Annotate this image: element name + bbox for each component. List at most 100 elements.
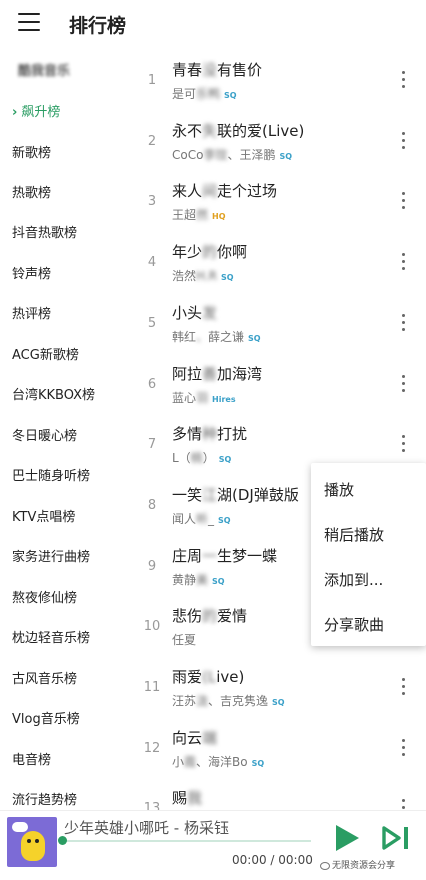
- song-row[interactable]: 1 青春没有售价是可乐鸭 SQ: [138, 53, 426, 114]
- sidebar-item-ringtone[interactable]: 铃声榜: [12, 263, 51, 282]
- more-options-icon[interactable]: [400, 678, 406, 700]
- song-title: 多情种打扰: [172, 425, 248, 444]
- song-title: 永不失联的爱(Live): [172, 121, 305, 140]
- more-options-icon[interactable]: [400, 374, 406, 397]
- menu-item-play[interactable]: 播放: [324, 479, 354, 500]
- song-artist: 小霞、海洋Bo SQ: [172, 754, 265, 769]
- song-row[interactable]: 11 雨爱(Live) 汪苏泷、吉克隽逸 SQ: [138, 660, 426, 721]
- more-options-icon[interactable]: [400, 131, 406, 154]
- sidebar-item-edm[interactable]: 电音榜: [12, 749, 51, 768]
- song-row[interactable]: 4 年少的你啊浩然H.R SQ: [138, 235, 426, 296]
- sidebar-item-kkbox[interactable]: 台湾KKBOX榜: [12, 384, 95, 403]
- song-title: 阿拉善加海湾: [172, 364, 263, 383]
- sidebar-item-ancient[interactable]: 古风音乐榜: [12, 668, 77, 687]
- play-icon[interactable]: [331, 823, 361, 853]
- song-row[interactable]: 3 来人间走个过场王超然 HQ: [138, 174, 426, 235]
- song-rank: 3: [147, 194, 157, 210]
- menu-icon[interactable]: [18, 13, 40, 31]
- song-title: 来人间走个过场: [172, 182, 278, 201]
- progress-knob[interactable]: [58, 836, 67, 845]
- song-artist: 王超然 HQ: [172, 208, 226, 223]
- song-artist: 汪苏泷、吉克隽逸 SQ: [172, 694, 285, 708]
- sidebar-item-housework[interactable]: 家务进行曲榜: [12, 546, 90, 565]
- sidebar-item-ktv[interactable]: KTV点唱榜: [12, 506, 75, 525]
- quality-badge: Hires: [212, 394, 236, 404]
- sidebar-item-soaring[interactable]: › 飙升榜: [12, 101, 60, 120]
- more-options-icon[interactable]: [400, 738, 406, 761]
- quality-badge: SQ: [220, 273, 234, 283]
- menu-item-add-to[interactable]: 添加到...: [324, 569, 383, 590]
- cover-badge-icon: [12, 822, 28, 832]
- playback-time: 00:00 / 00:00: [232, 853, 313, 867]
- song-context-menu: 播放 稍后播放 添加到... 分享歌曲: [311, 463, 426, 646]
- sidebar-item-winter[interactable]: 冬日暖心榜: [12, 425, 77, 444]
- song-artist: 蓝心羽 Hires: [172, 390, 236, 405]
- song-artist: L（桃） SQ: [172, 451, 232, 466]
- song-rank: 5: [147, 315, 157, 331]
- sidebar-item-vlog[interactable]: Vlog音乐榜: [12, 708, 80, 727]
- song-rank: 10: [143, 619, 161, 635]
- more-options-icon[interactable]: [400, 192, 406, 214]
- chevron-right-icon: ›: [12, 105, 18, 120]
- song-rank: 8: [147, 497, 157, 513]
- song-row[interactable]: 2 永不失联的爱(Live) CoCo李玟、王泽鹏 SQ: [138, 114, 426, 175]
- sidebar-item-late-night[interactable]: 熬夜修仙榜: [12, 587, 77, 606]
- song-artist: 是可乐鸭 SQ: [172, 87, 237, 101]
- song-rank: 11: [143, 680, 161, 695]
- quality-badge: HQ: [212, 212, 226, 222]
- song-title: 青春没有售价: [172, 61, 263, 79]
- watermark: 无限资源会分享: [320, 858, 395, 871]
- menu-item-play-later[interactable]: 稍后播放: [324, 524, 384, 545]
- watermark-text: 无限资源会分享: [332, 861, 396, 871]
- chart-category-sidebar: 酷我音乐 › 飙升榜 新歌榜 热歌榜 抖音热歌榜 铃声榜 热评榜 ACG新歌榜 台…: [0, 50, 134, 810]
- song-artist: 黄静美 SQ: [172, 572, 225, 587]
- quality-badge: SQ: [224, 91, 237, 100]
- sidebar-item-hot-comments[interactable]: 热评榜: [12, 303, 51, 322]
- quality-badge: SQ: [279, 151, 293, 161]
- song-artist: 闻人听_ SQ: [172, 511, 231, 526]
- progress-bar[interactable]: [61, 840, 311, 842]
- sidebar-item-hot-songs[interactable]: 热歌榜: [12, 182, 51, 201]
- page-title: 排行榜: [69, 15, 127, 37]
- album-cover[interactable]: [7, 817, 57, 867]
- quality-badge: SQ: [212, 576, 225, 586]
- song-title: 年少的你啊: [172, 243, 248, 262]
- mini-player: 少年英雄小哪吒 - 杨采钰 00:00 / 00:00 无限资源会分享: [0, 810, 426, 880]
- quality-badge: SQ: [218, 515, 231, 525]
- chick-icon: [21, 831, 45, 861]
- sidebar-item-new-songs[interactable]: 新歌榜: [12, 142, 51, 161]
- more-options-icon[interactable]: [400, 313, 406, 336]
- song-row[interactable]: 12 向云端小霞、海洋Bo SQ: [138, 721, 426, 782]
- sidebar-item-acg[interactable]: ACG新歌榜: [12, 344, 79, 363]
- next-track-icon[interactable]: [381, 825, 413, 851]
- song-rank: 4: [147, 255, 157, 271]
- wechat-icon: [320, 861, 330, 870]
- sidebar-item-trend[interactable]: 流行趋势榜: [12, 789, 77, 808]
- song-rank: 6: [147, 376, 157, 392]
- sidebar-item-bus[interactable]: 巴士随身听榜: [12, 465, 90, 484]
- more-options-icon[interactable]: [400, 435, 406, 457]
- song-title: 赐我: [172, 789, 203, 808]
- menu-item-share[interactable]: 分享歌曲: [324, 614, 384, 635]
- song-title: 雨爱(Live): [172, 668, 245, 686]
- song-rank: 12: [143, 740, 161, 756]
- more-options-icon[interactable]: [400, 71, 406, 93]
- song-rank: 1: [147, 73, 157, 88]
- song-artist: 任夏: [172, 633, 197, 648]
- song-rank: 2: [147, 133, 157, 149]
- song-artist: 韩红、薛之谦 SQ: [172, 329, 261, 344]
- song-row[interactable]: 6 阿拉善加海湾蓝心羽 Hires: [138, 357, 426, 418]
- more-options-icon[interactable]: [400, 253, 406, 275]
- song-row[interactable]: 5 小头发 韩红、薛之谦 SQ: [138, 296, 426, 357]
- sidebar-item-douyin[interactable]: 抖音热歌榜: [12, 222, 77, 241]
- song-artist: CoCo李玟、王泽鹏 SQ: [172, 147, 293, 162]
- sidebar-item-light-music[interactable]: 枕边轻音乐榜: [12, 627, 90, 646]
- song-rank: 7: [147, 437, 157, 453]
- quality-badge: SQ: [272, 698, 285, 707]
- song-artist: 浩然H.R SQ: [172, 269, 234, 284]
- song-title: 悲伤的爱情: [172, 607, 248, 626]
- song-title: 一笑江湖(DJ弹鼓版: [172, 485, 299, 504]
- sidebar-item-label: 飙升榜: [21, 105, 61, 120]
- song-title: 向云端: [172, 728, 218, 747]
- sidebar-item-kuwo[interactable]: 酷我音乐: [18, 60, 70, 79]
